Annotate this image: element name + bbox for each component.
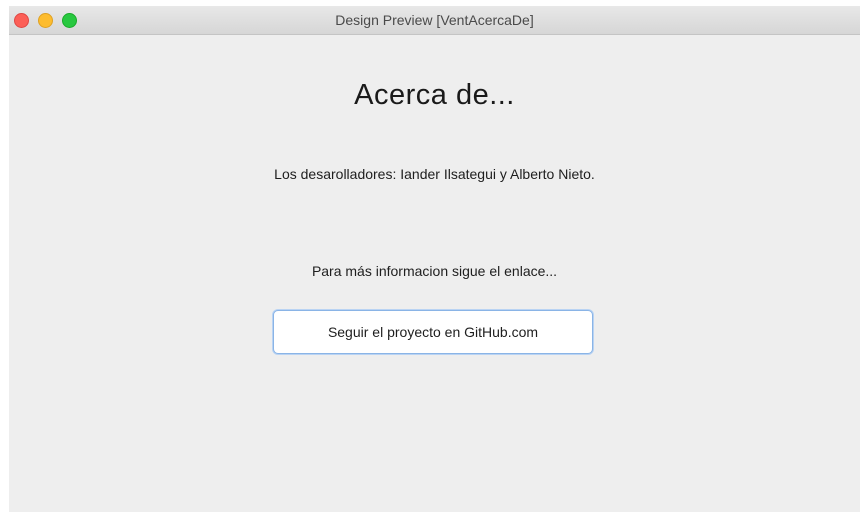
more-info-label: Para más informacion sigue el enlace...	[311, 263, 558, 279]
github-link-button[interactable]: Seguir el proyecto en GitHub.com	[273, 310, 593, 354]
window-title: Design Preview [VentAcercaDe]	[335, 12, 534, 28]
title-bar: Design Preview [VentAcercaDe]	[9, 6, 860, 35]
app-window: Design Preview [VentAcercaDe] Acerca de.…	[9, 6, 860, 512]
about-content: Acerca de... Los desarolladores: Iander …	[9, 35, 860, 512]
developers-label: Los desarolladores: Iander Ilsategui y A…	[274, 166, 595, 182]
page-title: Acerca de...	[354, 79, 515, 111]
